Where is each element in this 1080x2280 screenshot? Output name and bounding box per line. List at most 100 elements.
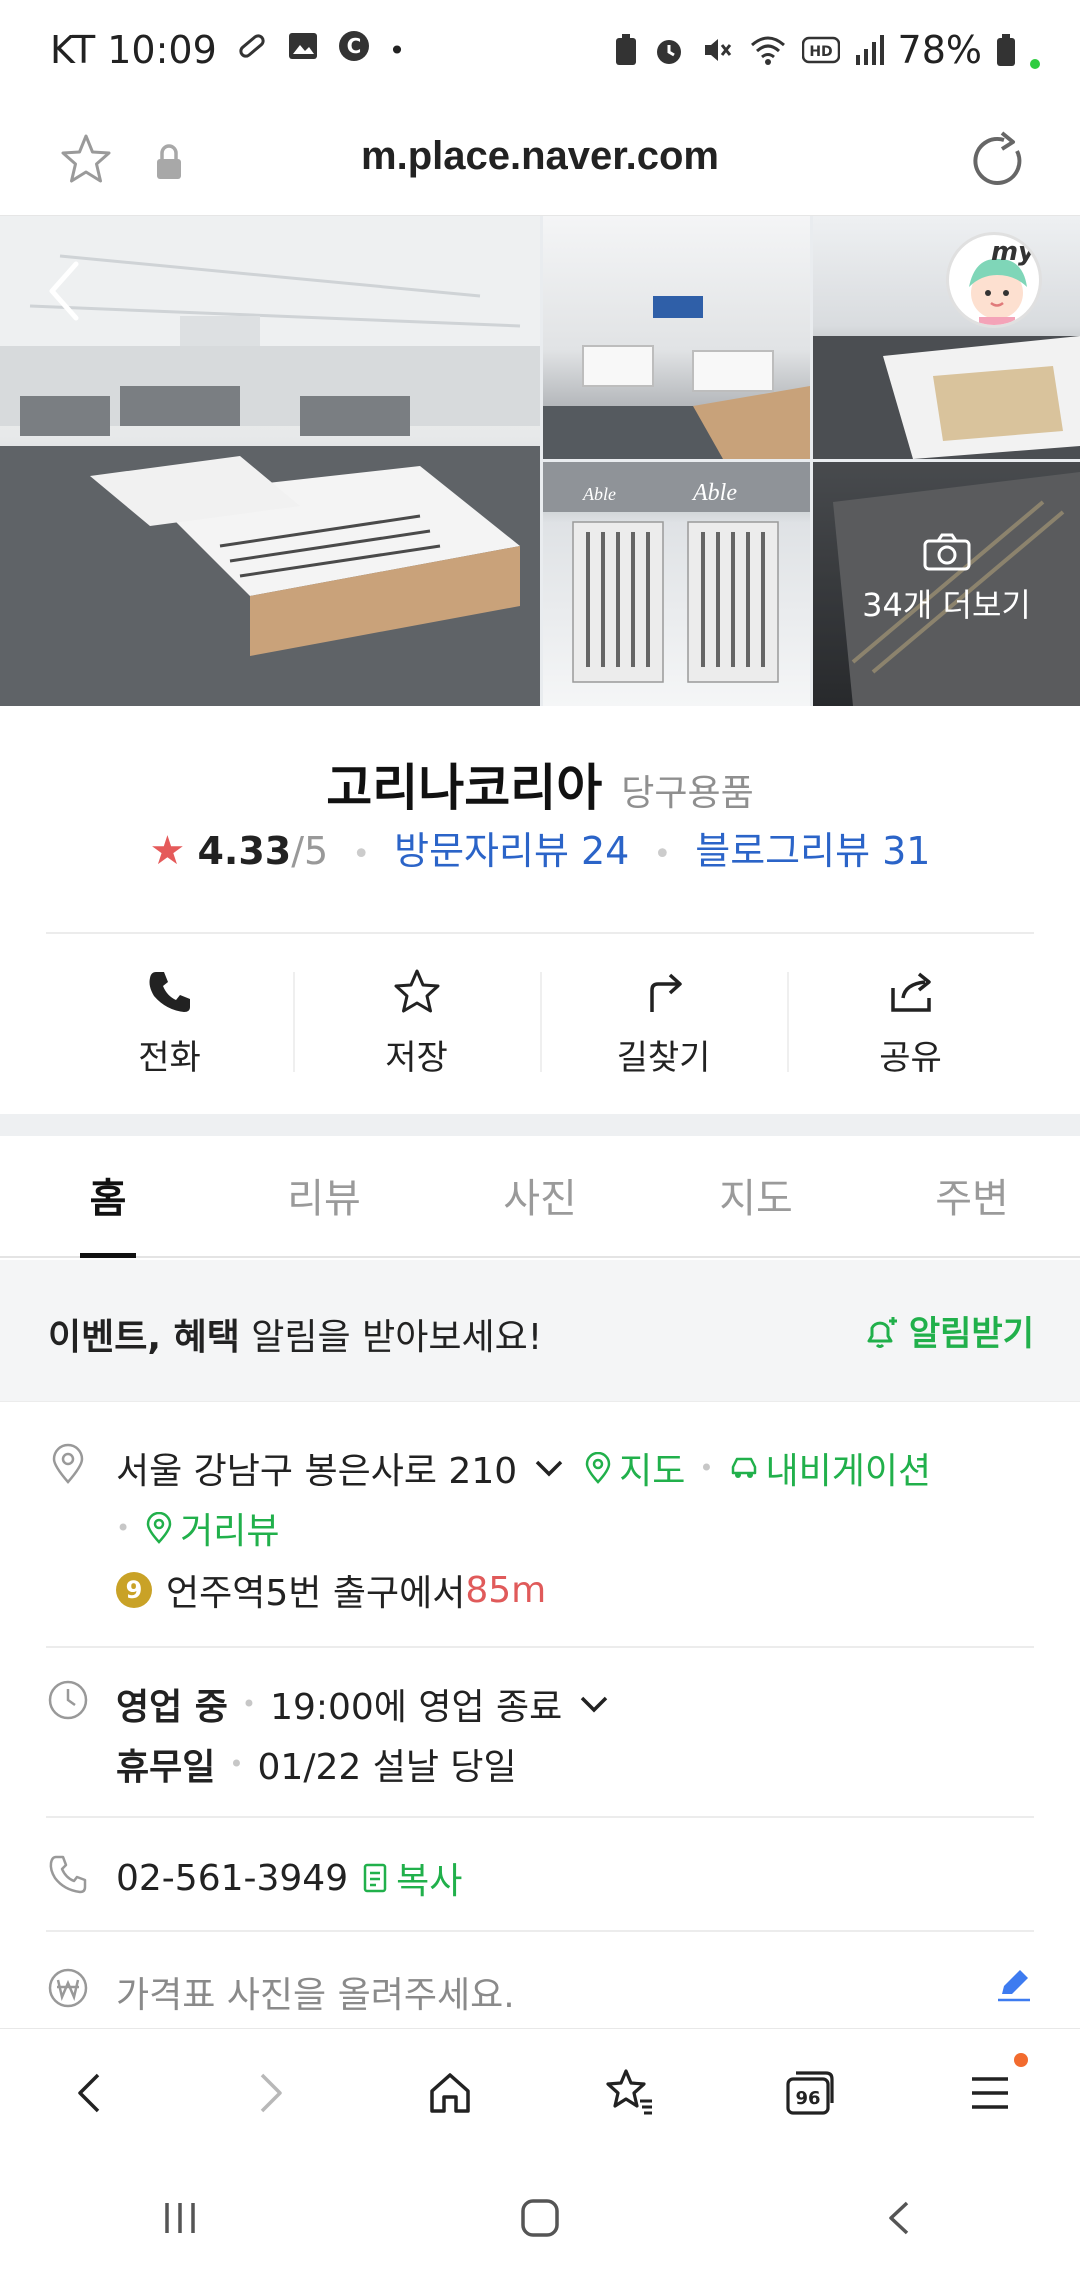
tab-photos[interactable]: 사진: [432, 1136, 648, 1256]
showroom-image: [543, 296, 810, 459]
rating-value: 4.33: [197, 829, 292, 873]
share-icon: [890, 972, 931, 1012]
tab-reviews[interactable]: 리뷰: [216, 1136, 432, 1256]
map-link[interactable]: 지도: [619, 1442, 685, 1494]
more-photos[interactable]: 34개 더보기: [813, 532, 1080, 626]
tabs-count-icon: 96: [786, 2070, 834, 2115]
share-button[interactable]: 공유: [787, 936, 1034, 1114]
tab-nearby[interactable]: 주변: [864, 1136, 1080, 1256]
main-photo[interactable]: [0, 216, 540, 706]
subway-exit: 5번 출구에서: [265, 1573, 466, 1614]
price-section: 가격표 사진을 올려주세요.: [0, 1932, 1080, 2028]
url-text[interactable]: m.place.naver.com: [0, 134, 1080, 179]
status-left: KT 10:09 C •: [50, 28, 405, 72]
phone-section: 02-561-3949 복사: [0, 1818, 1080, 1932]
phone-number[interactable]: 02-561-3949: [116, 1858, 348, 1899]
streetview-link[interactable]: 거리뷰: [180, 1502, 279, 1554]
holiday-label: 휴무일: [116, 1747, 216, 1788]
browser-home-button[interactable]: [360, 2029, 540, 2156]
call-button[interactable]: 전화: [46, 936, 293, 1114]
recent-apps-button[interactable]: [0, 2156, 360, 2280]
browser-forward-button[interactable]: [180, 2029, 360, 2156]
visitor-reviews-link[interactable]: 방문자리뷰 24: [394, 829, 629, 873]
svg-text:C: C: [346, 34, 361, 58]
svg-text:HD: HD: [809, 44, 832, 60]
location-pin-icon: [52, 1443, 84, 1484]
back-arrow-icon[interactable]: [44, 256, 84, 326]
directions-button[interactable]: 길찾기: [540, 936, 787, 1114]
browser-bookmarks-button[interactable]: [540, 2029, 720, 2156]
share-label: 공유: [879, 1038, 942, 1078]
directions-label: 길찾기: [616, 1038, 711, 1078]
status-right: HD 78%: [614, 28, 1040, 72]
system-home-button[interactable]: [360, 2156, 720, 2280]
separator-dot: •: [699, 1454, 714, 1482]
subway-line-badge: 9: [116, 1572, 152, 1608]
mute-icon: [704, 39, 731, 61]
svg-text:Able: Able: [582, 484, 616, 504]
browser-tabs-button[interactable]: 96: [720, 2029, 900, 2156]
photo-thumbnail-3[interactable]: Able Able: [543, 462, 810, 706]
address-line: 서울 강남구 봉은사로 210 지도 • 내비게이션: [116, 1442, 931, 1494]
battery-saver-icon: [615, 34, 636, 65]
separator-dot: •: [653, 837, 672, 872]
hours-line[interactable]: 영업 중 • 19:00에 영업 종료: [116, 1678, 614, 1730]
price-placeholder[interactable]: 가격표 사진을 올려주세요.: [116, 1966, 515, 2018]
edit-pencil-icon[interactable]: [994, 1964, 1034, 2004]
chevron-left-icon: [78, 2073, 100, 2112]
notify-rest: 알림을 받아보세요!: [239, 1317, 543, 1358]
car-icon: [731, 1457, 756, 1478]
browser-bottom-bar: 96: [0, 2028, 1080, 2156]
clock-icon: [48, 1680, 88, 1720]
alarm-icon: [656, 40, 681, 64]
bookmark-list-icon: [606, 2068, 652, 2114]
open-status: 영업 중: [116, 1687, 228, 1728]
subway-line: 9 언주역 5번 출구에서 85m: [116, 1564, 546, 1616]
place-category: 당구용품: [621, 773, 754, 814]
photo-thumbnail-2[interactable]: [813, 216, 1080, 459]
navigation-link[interactable]: 내비게이션: [766, 1442, 932, 1494]
photo-thumbnail-1[interactable]: [543, 216, 810, 459]
svg-text:96: 96: [795, 2088, 820, 2109]
tab-home[interactable]: 홈: [0, 1136, 216, 1256]
my-label: my: [990, 237, 1035, 267]
save-button[interactable]: 저장: [293, 936, 540, 1114]
rating-star-icon: ★: [149, 828, 186, 874]
save-label: 저장: [385, 1038, 448, 1078]
carrier-time: KT 10:09: [50, 28, 217, 72]
holiday-text: 01/22 설날 당일: [257, 1747, 517, 1788]
subscribe-alert-button[interactable]: 알림받기: [861, 1306, 1034, 1355]
streetview-line: • 거리뷰: [116, 1502, 280, 1554]
phone-outline-icon: [49, 1855, 87, 1894]
system-back-button[interactable]: [720, 2156, 1080, 2280]
browser-back-button[interactable]: [0, 2029, 180, 2156]
blog-reviews-link[interactable]: 블로그리뷰 31: [695, 829, 930, 873]
my-avatar[interactable]: my: [946, 232, 1042, 328]
notification-dot: [1014, 2053, 1028, 2067]
tab-bar: 홈 리뷰 사진 지도 주변: [0, 1136, 1080, 1258]
separator-dot: •: [116, 1514, 131, 1542]
signal-icon: [855, 35, 884, 65]
bell-plus-icon: [867, 1316, 897, 1348]
place-header: 고리나코리아 당구용품 ★ 4.33/5 • 방문자리뷰 24 • 블로그리뷰 …: [0, 706, 1080, 936]
rating-max: /5: [291, 829, 329, 873]
battery-icon: [997, 34, 1015, 66]
home-icon: [430, 2072, 470, 2113]
back-chevron-icon: [889, 2201, 909, 2235]
separator-dot: •: [229, 1750, 244, 1778]
copy-button[interactable]: 복사: [396, 1852, 462, 1904]
reload-icon[interactable]: [968, 130, 1030, 192]
showroom-image: [813, 336, 1080, 459]
photo-more-tile[interactable]: 34개 더보기: [813, 462, 1080, 706]
notify-bold-benefit: 혜택: [173, 1317, 240, 1358]
chevron-down-icon[interactable]: [529, 1453, 569, 1483]
browser-menu-button[interactable]: [900, 2029, 1080, 2156]
tab-map[interactable]: 지도: [648, 1136, 864, 1256]
address-section: 서울 강남구 봉은사로 210 지도 • 내비게이션 • 거리뷰 9 언주역 5…: [0, 1402, 1080, 1648]
phone-icon: [149, 972, 190, 1012]
chevron-down-icon[interactable]: [574, 1689, 614, 1719]
copy-icon: [363, 1863, 387, 1893]
address-text: 서울 강남구 봉은사로 210: [116, 1451, 518, 1492]
green-dot-icon: [1030, 59, 1040, 69]
call-label: 전화: [138, 1038, 201, 1078]
